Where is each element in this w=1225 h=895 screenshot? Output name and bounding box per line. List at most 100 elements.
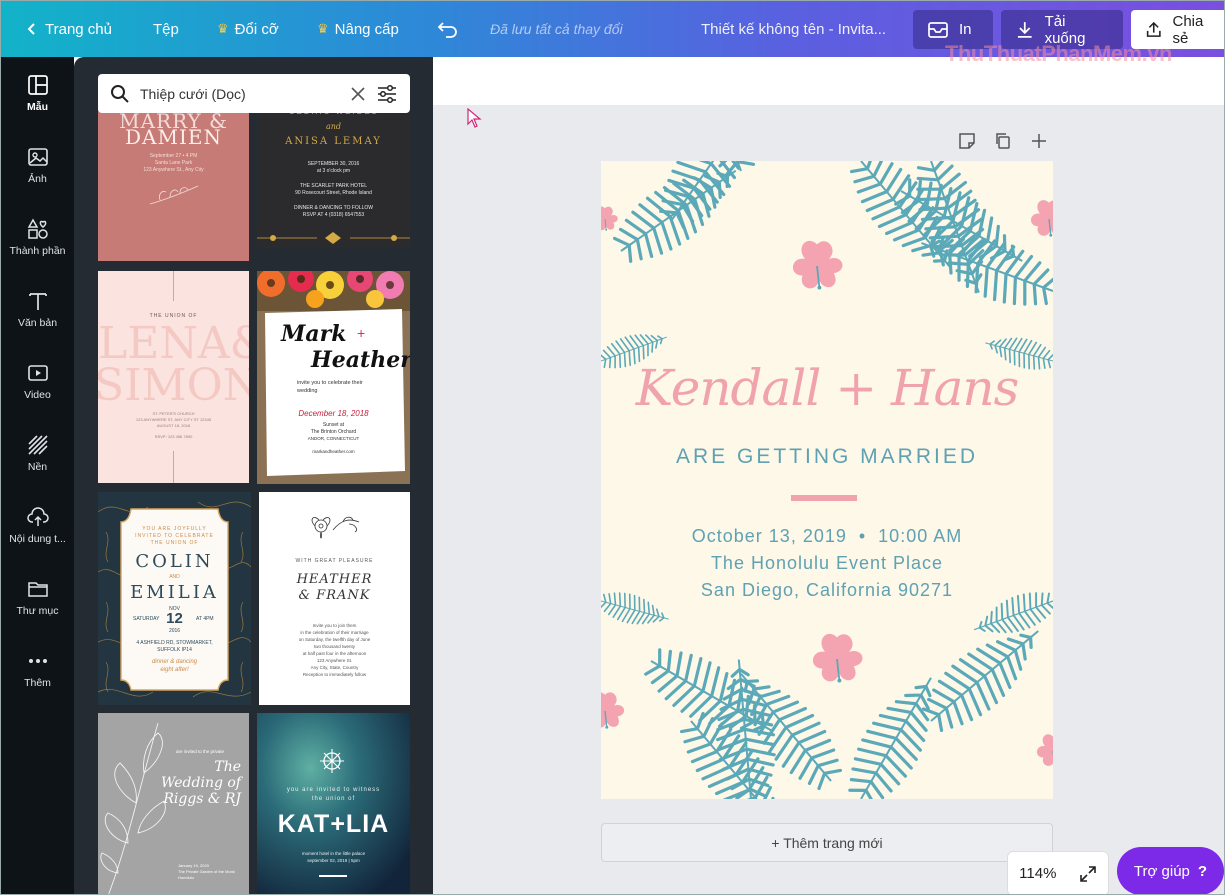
resize-label: Đổi cỡ: [234, 20, 279, 38]
canvas-area: Kendall + Hans ARE GETTING MARRIED Octob…: [433, 57, 1224, 894]
design-page[interactable]: Kendall + Hans ARE GETTING MARRIED Octob…: [601, 161, 1053, 799]
template-title: Mark: [281, 321, 347, 347]
template-text: two thousand twenty: [313, 644, 356, 649]
zoom-control[interactable]: 114%: [1007, 851, 1109, 894]
rail-item-elements[interactable]: Thành phần: [1, 201, 74, 273]
left-rail: Mẫu Ảnh Thành phần Văn bản Video Nền Nội…: [1, 57, 74, 894]
event-address[interactable]: San Diego, California 90271: [601, 580, 1053, 601]
template-text: dinner & dancing: [151, 659, 198, 665]
template-text: moment hotel in the little palace: [301, 851, 366, 856]
duplicate-icon[interactable]: [994, 132, 1012, 150]
template-text: January 19, 2020: [178, 863, 209, 868]
template-card[interactable]: YOU ARE JOYFULLY INVITED TO CELEBRATE TH…: [98, 492, 251, 705]
question-icon: ?: [1197, 862, 1208, 880]
template-text: Invite you to join them: [312, 623, 357, 628]
folder-icon: [27, 581, 48, 597]
page-tools: [958, 132, 1048, 150]
rail-item-templates[interactable]: Mẫu: [1, 57, 74, 129]
template-card[interactable]: WITH GREAT PLEASURE HEATHER & FRANK Invi…: [259, 492, 410, 705]
template-text: at half past four in the afternoon: [302, 651, 367, 656]
rail-item-uploads[interactable]: Nội dung t...: [1, 489, 74, 561]
watercolor-galaxy-image: [257, 713, 410, 894]
resize-menu[interactable]: ♛ Đổi cỡ: [217, 1, 279, 57]
template-text: 123 ANYWHERE ST, ANY CITY ST 12345: [135, 417, 212, 422]
floral-sketch-icon: [311, 516, 360, 539]
template-card[interactable]: you are invited to witness the union of …: [257, 713, 410, 894]
template-text: WITH GREAT PLEASURE: [295, 558, 374, 564]
template-text: at 3 o'clock pm: [316, 168, 351, 174]
rail-item-more[interactable]: Thêm: [1, 633, 74, 705]
template-text: September 27 • 4 PM: [149, 153, 198, 159]
zoom-value[interactable]: 114%: [1019, 865, 1056, 882]
template-title: SIMON: [98, 360, 249, 411]
templates-panel: Thiệp cưới (Dọc) MARRY & DAMIEN Septembe…: [74, 57, 433, 894]
clear-icon[interactable]: [350, 86, 366, 102]
filter-icon[interactable]: [376, 84, 398, 104]
add-icon[interactable]: [1030, 132, 1048, 150]
upgrade-label: Nâng cấp: [334, 20, 399, 38]
cursor-icon: [467, 108, 482, 128]
event-date[interactable]: October 13, 2019 • 10:00 AM: [601, 526, 1053, 547]
chevron-left-icon: [27, 23, 35, 35]
divider: [173, 451, 174, 483]
template-card[interactable]: MARRY & DAMIEN September 27 • 4 PM Santa…: [98, 103, 249, 261]
search-input[interactable]: Thiệp cưới (Dọc): [140, 86, 340, 102]
rail-item-photos[interactable]: Ảnh: [1, 129, 74, 201]
rail-item-video[interactable]: Video: [1, 345, 74, 417]
note-icon[interactable]: [958, 132, 976, 150]
crown-icon: ♛: [317, 21, 329, 36]
search-icon: [111, 84, 129, 103]
template-text: markandheather.com: [312, 449, 355, 454]
template-card[interactable]: are invited to the private The Wedding o…: [98, 713, 249, 894]
template-card[interactable]: Mark + Heather invite you to celebrate t…: [257, 271, 410, 484]
event-venue[interactable]: The Honolulu Event Place: [601, 553, 1053, 574]
template-text: ANDOR, CONNECTICUT: [307, 436, 360, 441]
fullscreen-icon[interactable]: [1079, 865, 1097, 883]
template-text: september 02, 2019 | 5pm: [307, 858, 360, 863]
template-text: The Brinton Orchard: [310, 429, 357, 435]
template-title: LENA&: [98, 318, 249, 369]
add-page-button[interactable]: + Thêm trang mới: [601, 823, 1053, 862]
gold-ornament-icon: [257, 232, 410, 244]
template-text: invite you to celebrate their wedding: [297, 380, 363, 394]
help-button[interactable]: Trợ giúp ?: [1117, 847, 1224, 894]
accent-bar[interactable]: [791, 495, 857, 501]
template-text: INVITED TO CELEBRATE: [135, 533, 214, 539]
template-text: ST. PETER'S CHURCH: [152, 411, 195, 416]
elements-icon: [27, 217, 48, 239]
search-bar[interactable]: Thiệp cưới (Dọc): [98, 74, 410, 113]
couple-names[interactable]: Kendall + Hans: [601, 359, 1053, 417]
photo-icon: [27, 147, 48, 166]
template-title: HEATHER: [296, 572, 373, 587]
template-text: on Saturday, the twelfth day of June: [298, 637, 371, 642]
template-title: & FRANK: [298, 588, 371, 603]
template-text: +: [357, 325, 366, 341]
file-menu[interactable]: Tệp: [153, 1, 179, 57]
rail-item-background[interactable]: Nền: [1, 417, 74, 489]
text-icon: [28, 292, 47, 310]
divider: [319, 875, 347, 877]
template-text: THE SCARLET PARK HOTEL: [299, 183, 368, 189]
template-text: AND: [169, 574, 180, 580]
template-text: YOU ARE JOYFULLY: [142, 526, 207, 532]
template-text: you are invited to witness: [286, 787, 381, 793]
template-title: Heather: [311, 347, 410, 373]
canva-editor: Trang chủ Tệp ♛ Đổi cỡ ♛ Nâng cấp Đã lưu…: [0, 0, 1225, 895]
rail-label: Nội dung t...: [9, 532, 66, 545]
template-text: RSVP AT 4 (0318) 6547553: [302, 212, 365, 218]
rail-item-text[interactable]: Văn bản: [1, 273, 74, 345]
share-label: Chia sẻ: [1172, 12, 1204, 47]
subtitle[interactable]: ARE GETTING MARRIED: [601, 445, 1053, 469]
home-label: Trang chủ: [45, 20, 112, 38]
rail-label: Thêm: [24, 676, 51, 689]
template-card[interactable]: THE UNION OF LENA& SIMON ST. PETER'S CHU…: [98, 271, 249, 483]
upgrade-button[interactable]: ♛ Nâng cấp: [317, 1, 399, 57]
rail-item-folders[interactable]: Thư mục: [1, 561, 74, 633]
design-title[interactable]: Thiết kế không tên - Invita...: [701, 1, 886, 57]
undo-button[interactable]: [437, 1, 459, 57]
template-card[interactable]: CEDRIC WEIDEL and ANISA LEMAY SEPTEMBER …: [257, 103, 410, 248]
home-button[interactable]: Trang chủ: [25, 1, 112, 57]
template-text: 123 Anywhere St.: [316, 658, 353, 663]
print-icon: [928, 21, 948, 38]
rail-label: Thư mục: [16, 604, 59, 617]
